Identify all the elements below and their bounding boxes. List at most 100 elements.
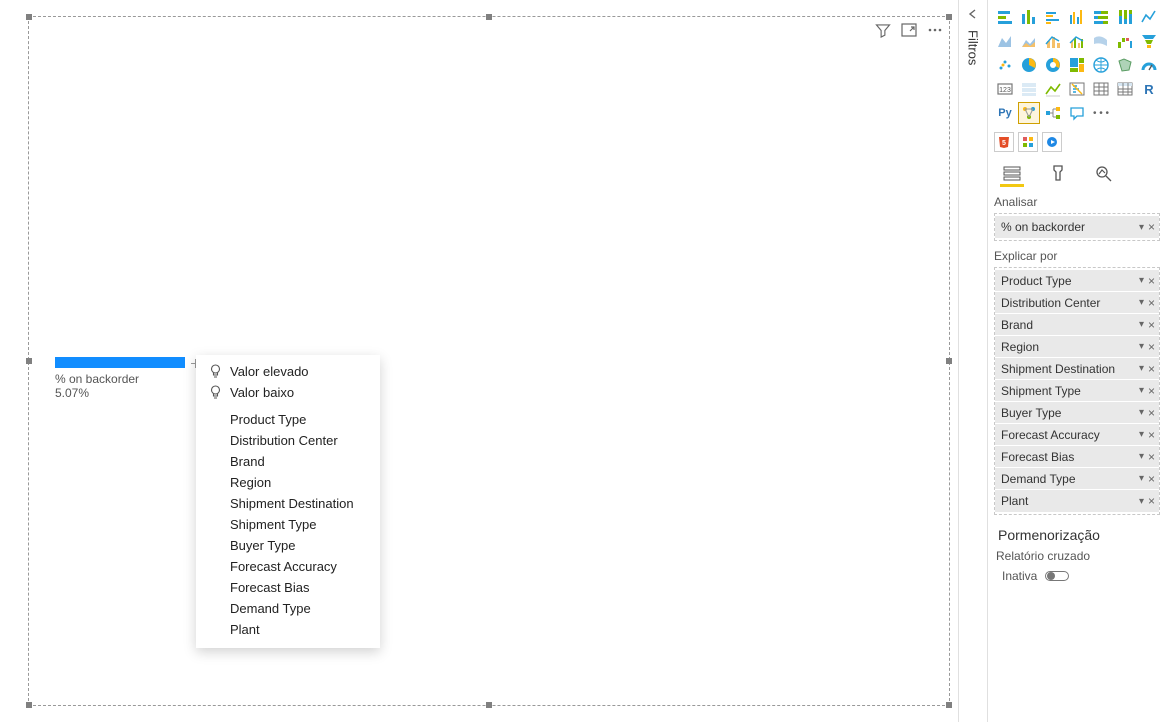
chevron-down-icon[interactable]: ▾	[1139, 451, 1144, 462]
menu-category-item[interactable]: Product Type	[196, 409, 380, 430]
remove-field-icon[interactable]: ×	[1148, 450, 1155, 464]
viz-gauge-icon[interactable]	[1138, 54, 1160, 76]
viz-stacked-column-icon[interactable]	[1018, 6, 1040, 28]
field-pill[interactable]: Demand Type▾×	[995, 468, 1159, 490]
remove-field-icon[interactable]: ×	[1148, 220, 1155, 234]
tab-format[interactable]	[1046, 164, 1070, 187]
custom-visual-html-icon[interactable]: 5	[994, 132, 1014, 152]
viz-filled-map-icon[interactable]	[1114, 54, 1136, 76]
resize-handle-w[interactable]	[26, 358, 32, 364]
field-pill[interactable]: Plant▾×	[995, 490, 1159, 512]
menu-category-item[interactable]: Shipment Destination	[196, 493, 380, 514]
filter-icon[interactable]	[875, 23, 891, 38]
remove-field-icon[interactable]: ×	[1148, 362, 1155, 376]
viz-scatter-icon[interactable]	[994, 54, 1016, 76]
remove-field-icon[interactable]: ×	[1148, 428, 1155, 442]
cross-report-toggle[interactable]	[1045, 571, 1069, 581]
field-pill[interactable]: Region▾×	[995, 336, 1159, 358]
field-pill[interactable]: Forecast Bias▾×	[995, 446, 1159, 468]
viz-r-script-icon[interactable]: R	[1138, 78, 1160, 100]
viz-python-icon[interactable]: Py	[994, 102, 1016, 124]
chevron-down-icon[interactable]: ▾	[1139, 341, 1144, 352]
more-options-icon[interactable]	[927, 23, 943, 38]
menu-item-valor-baixo[interactable]: Valor baixo	[196, 382, 380, 403]
field-pill[interactable]: Shipment Destination▾×	[995, 358, 1159, 380]
viz-pie-icon[interactable]	[1018, 54, 1040, 76]
viz-treemap-icon[interactable]	[1066, 54, 1088, 76]
menu-category-item[interactable]: Buyer Type	[196, 535, 380, 556]
viz-kpi-icon[interactable]	[1042, 78, 1064, 100]
remove-field-icon[interactable]: ×	[1148, 274, 1155, 288]
viz-waterfall-icon[interactable]	[1114, 30, 1136, 52]
viz-100-stacked-column-icon[interactable]	[1114, 6, 1136, 28]
chevron-down-icon[interactable]: ▾	[1139, 407, 1144, 418]
viz-ribbon-icon[interactable]	[1090, 30, 1112, 52]
field-pill[interactable]: Forecast Accuracy▾×	[995, 424, 1159, 446]
remove-field-icon[interactable]: ×	[1148, 406, 1155, 420]
viz-card-icon[interactable]: 123	[994, 78, 1016, 100]
custom-visual-grid-icon[interactable]	[1018, 132, 1038, 152]
viz-line-chart-icon[interactable]	[1138, 6, 1160, 28]
collapse-icon[interactable]	[967, 8, 979, 20]
remove-field-icon[interactable]: ×	[1148, 384, 1155, 398]
menu-item-valor-elevado[interactable]: Valor elevado	[196, 361, 380, 382]
menu-category-item[interactable]: Forecast Accuracy	[196, 556, 380, 577]
viz-clustered-bar-icon[interactable]	[1042, 6, 1064, 28]
menu-category-item[interactable]: Brand	[196, 451, 380, 472]
resize-handle-n[interactable]	[486, 14, 492, 20]
viz-clustered-column-icon[interactable]	[1066, 6, 1088, 28]
resize-handle-s[interactable]	[486, 702, 492, 708]
viz-decomposition-icon[interactable]	[1042, 102, 1064, 124]
viz-more-icon[interactable]: • • •	[1090, 102, 1112, 124]
menu-category-item[interactable]: Demand Type	[196, 598, 380, 619]
field-pill[interactable]: Product Type▾×	[995, 270, 1159, 292]
viz-area-chart-icon[interactable]	[994, 30, 1016, 52]
filters-rail[interactable]: Filtros	[958, 0, 988, 722]
viz-map-icon[interactable]	[1090, 54, 1112, 76]
resize-handle-sw[interactable]	[26, 702, 32, 708]
viz-slicer-icon[interactable]	[1066, 78, 1088, 100]
viz-funnel-icon[interactable]	[1138, 30, 1160, 52]
tab-fields[interactable]	[1000, 164, 1024, 187]
viz-stacked-bar-icon[interactable]	[994, 6, 1016, 28]
remove-field-icon[interactable]: ×	[1148, 318, 1155, 332]
focus-mode-icon[interactable]	[901, 23, 917, 38]
chevron-down-icon[interactable]: ▾	[1139, 319, 1144, 330]
menu-category-item[interactable]: Distribution Center	[196, 430, 380, 451]
viz-matrix-icon[interactable]	[1114, 78, 1136, 100]
resize-handle-ne[interactable]	[946, 14, 952, 20]
viz-line-clustered-icon[interactable]	[1066, 30, 1088, 52]
viz-donut-icon[interactable]	[1042, 54, 1064, 76]
menu-category-item[interactable]: Plant	[196, 619, 380, 640]
explicar-well[interactable]: Product Type▾×Distribution Center▾×Brand…	[994, 267, 1160, 515]
tab-analytics[interactable]	[1092, 164, 1116, 187]
resize-handle-e[interactable]	[946, 358, 952, 364]
menu-category-item[interactable]: Forecast Bias	[196, 577, 380, 598]
menu-category-item[interactable]: Shipment Type	[196, 514, 380, 535]
chevron-down-icon[interactable]: ▾	[1139, 473, 1144, 484]
chevron-down-icon[interactable]: ▾	[1139, 385, 1144, 396]
remove-field-icon[interactable]: ×	[1148, 296, 1155, 310]
field-pill[interactable]: Brand▾×	[995, 314, 1159, 336]
report-canvas[interactable]: % on backorder 5.07% Valor elevado Valor…	[0, 0, 958, 722]
field-pill[interactable]: Distribution Center▾×	[995, 292, 1159, 314]
analisar-well[interactable]: % on backorder ▾×	[994, 213, 1160, 241]
resize-handle-nw[interactable]	[26, 14, 32, 20]
remove-field-icon[interactable]: ×	[1148, 494, 1155, 508]
menu-category-item[interactable]: Region	[196, 472, 380, 493]
chevron-down-icon[interactable]: ▾	[1139, 222, 1144, 233]
custom-visual-play-icon[interactable]	[1042, 132, 1062, 152]
viz-line-stacked-icon[interactable]	[1042, 30, 1064, 52]
remove-field-icon[interactable]: ×	[1148, 472, 1155, 486]
viz-multirow-card-icon[interactable]	[1018, 78, 1040, 100]
chevron-down-icon[interactable]: ▾	[1139, 297, 1144, 308]
field-pill[interactable]: Buyer Type▾×	[995, 402, 1159, 424]
remove-field-icon[interactable]: ×	[1148, 340, 1155, 354]
chevron-down-icon[interactable]: ▾	[1139, 363, 1144, 374]
viz-qna-icon[interactable]	[1066, 102, 1088, 124]
chevron-down-icon[interactable]: ▾	[1139, 275, 1144, 286]
chevron-down-icon[interactable]: ▾	[1139, 429, 1144, 440]
resize-handle-se[interactable]	[946, 702, 952, 708]
viz-table-icon[interactable]	[1090, 78, 1112, 100]
visual-container[interactable]: % on backorder 5.07%	[28, 16, 950, 706]
